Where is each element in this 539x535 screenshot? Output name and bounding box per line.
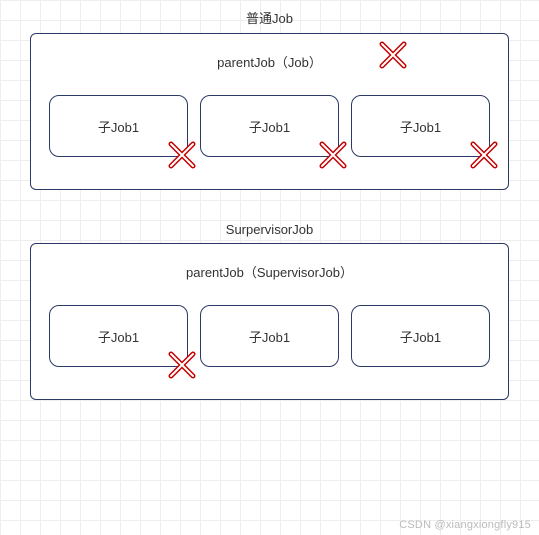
- cancel-icon: [318, 140, 348, 170]
- child-job-label: 子Job1: [400, 327, 441, 346]
- section1-title: 普通Job: [0, 0, 539, 33]
- child-job-box: 子Job1: [200, 95, 339, 157]
- cancel-icon: [469, 140, 499, 170]
- section2-title: SurpervisorJob: [0, 214, 539, 243]
- children-row-2: 子Job1 子Job1 子Job1: [49, 305, 490, 367]
- panel2-title: parentJob（SupervisorJob）: [49, 258, 490, 305]
- watermark: CSDN @xiangxiongfly915: [399, 519, 531, 531]
- child-job-box: 子Job1: [49, 95, 188, 157]
- panel1-title: parentJob（Job）: [49, 48, 490, 95]
- child-job-label: 子Job1: [98, 117, 139, 136]
- child-job-box: 子Job1: [351, 305, 490, 367]
- child-job-box: 子Job1: [200, 305, 339, 367]
- panel-normal-job: parentJob（Job） 子Job1 子Job1 子Job1: [30, 33, 509, 190]
- child-job-label: 子Job1: [249, 117, 290, 136]
- cancel-icon: [167, 140, 197, 170]
- child-job-box: 子Job1: [351, 95, 490, 157]
- cancel-icon: [167, 350, 197, 380]
- child-job-label: 子Job1: [249, 327, 290, 346]
- children-row-1: 子Job1 子Job1 子Job1: [49, 95, 490, 157]
- child-job-box: 子Job1: [49, 305, 188, 367]
- child-job-label: 子Job1: [98, 327, 139, 346]
- panel-supervisor-job: parentJob（SupervisorJob） 子Job1 子Job1 子Jo…: [30, 243, 509, 400]
- child-job-label: 子Job1: [400, 117, 441, 136]
